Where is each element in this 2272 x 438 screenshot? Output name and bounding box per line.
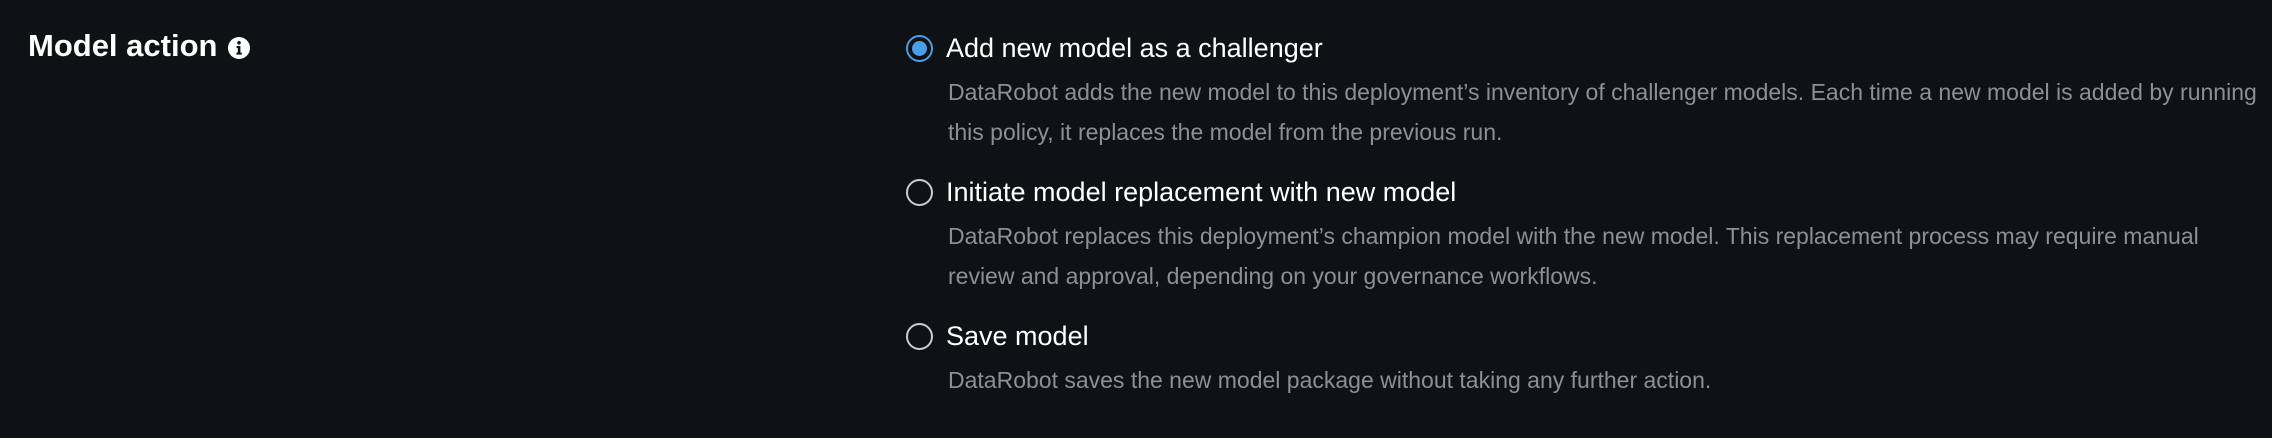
option-description: DataRobot adds the new model to this dep… <box>948 79 2257 145</box>
radio-initiate-replacement[interactable]: Initiate model replacement with new mode… <box>906 172 2246 212</box>
section-title: Model action <box>28 28 218 63</box>
option-description: DataRobot replaces this deployment’s cha… <box>948 223 2199 289</box>
option-label: Add new model as a challenger <box>946 33 1323 63</box>
option-initiate-replacement: Initiate model replacement with new mode… <box>906 172 2246 316</box>
info-icon[interactable] <box>227 36 251 60</box>
radio-button[interactable] <box>906 178 933 206</box>
radio-add-challenger[interactable]: Add new model as a challenger <box>906 28 2246 68</box>
radio-dot <box>912 40 927 56</box>
model-action-radio-group: Add new model as a challenger DataRobot … <box>906 28 2257 400</box>
option-label: Save model <box>946 321 1089 351</box>
option-save-model: Save model DataRobot saves the new model… <box>906 316 2246 400</box>
section-header: Model action <box>28 26 251 66</box>
radio-save-model[interactable]: Save model <box>906 316 2246 356</box>
option-description: DataRobot saves the new model package wi… <box>948 367 1712 393</box>
model-action-panel: Model action Add new model as a challeng… <box>0 0 2272 438</box>
radio-button[interactable] <box>906 322 933 350</box>
option-label: Initiate model replacement with new mode… <box>946 177 1457 207</box>
option-add-challenger: Add new model as a challenger DataRobot … <box>906 28 2257 172</box>
radio-button-selected[interactable] <box>906 34 933 62</box>
